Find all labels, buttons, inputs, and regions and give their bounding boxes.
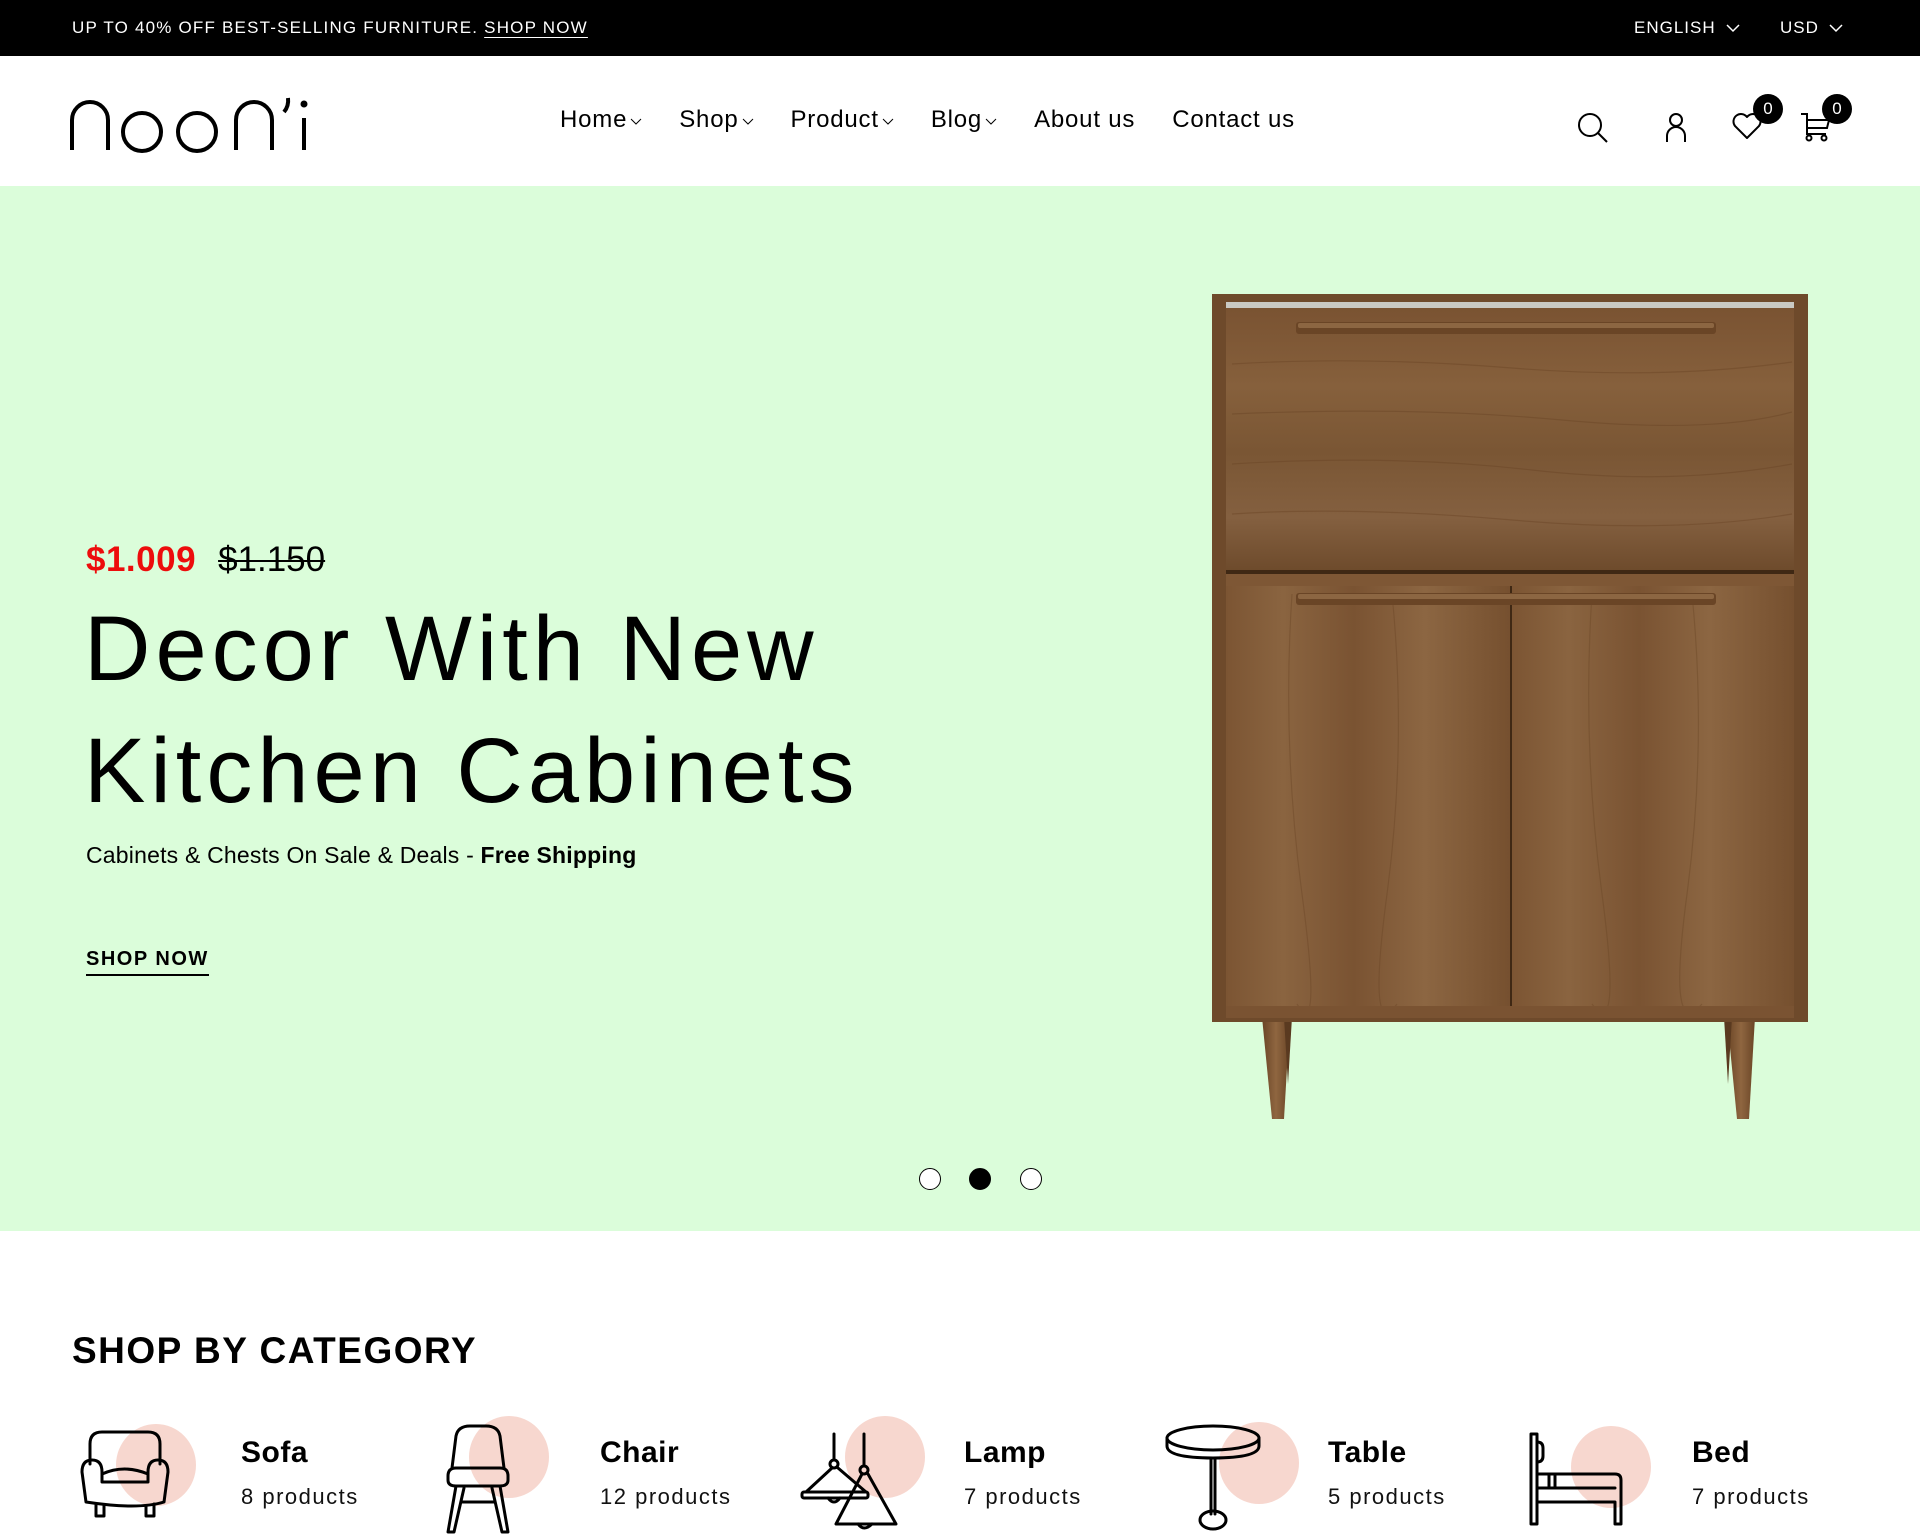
account-icon (1666, 113, 1686, 142)
table-icon (1165, 1424, 1261, 1531)
category-bed[interactable]: Bed 7 products (1527, 1412, 1867, 1536)
category-sofa[interactable]: Sofa 8 products (78, 1412, 418, 1536)
search-button[interactable] (1573, 108, 1613, 148)
hero-title: Decor With New Kitchen Cabinets (84, 588, 860, 832)
hero-price: $1.009 $1.150 (86, 540, 325, 580)
hero-title-line-1: Decor With New (84, 598, 819, 700)
hero-subtitle-highlight: Free Shipping (480, 842, 637, 868)
site-header: noon'i Home Shop Product Blog Abo (0, 56, 1920, 186)
promo-text: UP TO 40% OFF BEST-SELLING FURNITURE. (72, 18, 479, 37)
currency-selector[interactable]: USD (1780, 18, 1843, 38)
category-name: Lamp (964, 1436, 1047, 1469)
chevron-down-icon (1829, 24, 1843, 33)
cart-count-badge: 0 (1822, 94, 1852, 124)
promo-shop-now-link[interactable]: SHOP NOW (484, 18, 588, 37)
bed-icon (1529, 1432, 1623, 1526)
hero-subtitle: Cabinets & Chests On Sale & Deals - Free… (86, 842, 637, 869)
sale-price: $1.009 (86, 540, 197, 579)
category-name: Bed (1692, 1436, 1751, 1469)
hero-subtitle-text: Cabinets & Chests On Sale & Deals - (86, 842, 481, 868)
category-count: 12 products (600, 1484, 732, 1509)
chevron-down-icon (1726, 24, 1740, 33)
language-selector[interactable]: ENGLISH (1634, 18, 1740, 38)
category-table[interactable]: Table 5 products (1163, 1412, 1503, 1536)
section-title: SHOP BY CATEGORY (72, 1330, 478, 1371)
slide-dot-3[interactable] (1020, 1168, 1042, 1190)
category-count: 7 products (1692, 1484, 1810, 1509)
wishlist-button[interactable]: 0 (1727, 94, 1783, 146)
lamp-icon (800, 1432, 898, 1530)
cart-button[interactable]: 0 (1796, 94, 1852, 146)
slide-dot-1[interactable] (919, 1168, 941, 1190)
slide-dot-2[interactable] (969, 1168, 991, 1190)
hero-slider: $1.009 $1.150 Decor With New Kitchen Cab… (0, 186, 1920, 1231)
category-name: Sofa (241, 1436, 309, 1469)
promo-message: UP TO 40% OFF BEST-SELLING FURNITURE. SH… (72, 18, 588, 38)
slider-pagination (0, 1168, 1920, 1198)
category-count: 7 products (964, 1484, 1082, 1509)
currency-label: USD (1780, 18, 1819, 37)
sofa-icon (80, 1430, 170, 1518)
category-count: 8 products (241, 1484, 359, 1509)
search-icon (1578, 113, 1608, 143)
language-label: ENGLISH (1634, 18, 1716, 37)
category-lamp[interactable]: Lamp 7 products (800, 1412, 1140, 1536)
account-button[interactable] (1656, 108, 1696, 148)
chair-icon (446, 1424, 510, 1534)
cabinet-product-image[interactable] (1212, 294, 1808, 1124)
category-chair[interactable]: Chair 12 products (442, 1412, 782, 1536)
category-name: Table (1328, 1436, 1407, 1469)
announcement-bar: UP TO 40% OFF BEST-SELLING FURNITURE. SH… (0, 0, 1920, 56)
hero-title-line-2: Kitchen Cabinets (84, 720, 860, 822)
category-count: 5 products (1328, 1484, 1446, 1509)
category-name: Chair (600, 1436, 680, 1469)
header-actions: 0 0 (0, 94, 1920, 154)
wishlist-count-badge: 0 (1753, 94, 1783, 124)
original-price: $1.150 (218, 540, 326, 579)
hero-shop-now-button[interactable]: SHOP NOW (86, 948, 209, 976)
